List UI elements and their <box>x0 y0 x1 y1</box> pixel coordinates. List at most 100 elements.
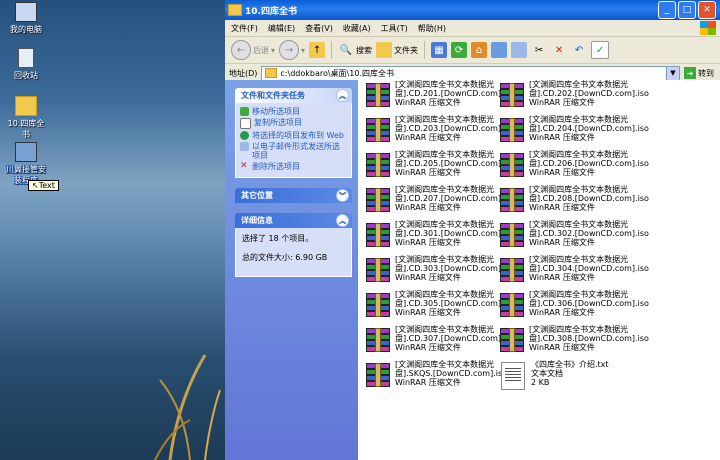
task-delete[interactable]: ✕ 删除所选项目 <box>240 162 347 172</box>
file-item[interactable]: 《四库全书》介绍.txt 文本文档 2 KB <box>498 360 628 394</box>
file-name: [文渊阁四库全书文本数据光 <box>395 80 495 89</box>
forward-button[interactable]: → ▾ <box>279 40 305 60</box>
folder-icon <box>15 96 37 116</box>
folders-label: 文件夹 <box>394 45 419 55</box>
back-button[interactable]: ← 后退 ▾ <box>231 40 275 60</box>
search-button[interactable]: 🔍 搜索 <box>338 42 372 58</box>
views-icon[interactable]: ▦ <box>431 42 448 58</box>
collapse-icon[interactable]: ︽ <box>336 89 349 102</box>
file-item[interactable]: [文渊阁四库全书文本数据光 盘].CD.208.[DownCD.com].iso W… <box>498 185 649 219</box>
toolbar: ← 后退 ▾ → ▾ ↑ 🔍 搜索 文件夹 ▦ ⟳ ⌂ ✂ ✕ ↶ ✓ <box>225 37 720 64</box>
file-name: [文渊阁四库全书文本数据光 <box>395 290 495 299</box>
task-move[interactable]: 移动所选项目 <box>240 107 347 116</box>
task-label: 删除所选项目 <box>252 162 300 171</box>
file-item[interactable]: [文渊阁四库全书文本数据光 盘].CD.304.[DownCD.com].iso W… <box>498 255 649 289</box>
file-item[interactable]: [文渊阁四库全书文本数据光 盘].CD.201.[DownCD.com].iso W… <box>364 80 515 114</box>
move-to-icon[interactable] <box>511 42 528 58</box>
folders-icon <box>376 42 393 58</box>
task-publish-web[interactable]: 将选择的项目发布到 Web <box>240 131 347 140</box>
forward-arrow-icon: → <box>279 40 300 60</box>
minimize-button[interactable]: _ <box>658 1 676 19</box>
file-item[interactable]: [文渊阁四库全书文本数据光 盘].CD.301.[DownCD.com].iso W… <box>364 220 515 254</box>
file-item[interactable]: [文渊阁四库全书文本数据光 盘].CD.305.[DownCD.com].iso W… <box>364 290 515 324</box>
copy-to-icon[interactable] <box>491 42 508 58</box>
desktop-icon-recycle-bin[interactable]: 回收站 <box>4 48 48 81</box>
file-name: 盘].CD.302.[DownCD.com].iso <box>529 229 649 238</box>
maximize-button[interactable]: □ <box>678 1 696 19</box>
file-name: [文渊阁四库全书文本数据光 <box>395 115 495 124</box>
file-item[interactable]: [文渊阁四库全书文本数据光 盘].CD.207.[DownCD.com].iso W… <box>364 185 515 219</box>
file-folder-tasks-header[interactable]: 文件和文件夹任务 ︽ <box>235 88 352 103</box>
menu-edit[interactable]: 编辑(E) <box>268 23 295 34</box>
expand-icon[interactable]: ︾ <box>336 189 349 202</box>
address-input[interactable]: c:\ddokbaro\桌面\10.四库全书 ▼ <box>261 65 680 81</box>
file-type: WinRAR 压缩文件 <box>395 238 461 247</box>
folder-icon <box>228 4 242 16</box>
file-item[interactable]: [文渊阁四库全书文本数据光 盘].CD.203.[DownCD.com].iso W… <box>364 115 515 149</box>
back-label: 后退 <box>253 45 269 55</box>
winrar-archive-icon <box>364 223 392 249</box>
delete-icon[interactable]: ✕ <box>551 42 567 58</box>
winrar-archive-icon <box>364 153 392 179</box>
file-type: WinRAR 压缩文件 <box>529 133 595 142</box>
menu-bar: 文件(F) 编辑(E) 查看(V) 收藏(A) 工具(T) 帮助(H) <box>225 20 720 37</box>
computer-icon <box>15 2 37 22</box>
desktop-icon-folder[interactable]: 10.四库全书 <box>4 96 48 140</box>
other-places-header[interactable]: 其它位置 ︾ <box>235 188 352 203</box>
task-label: 复制所选项目 <box>254 118 302 127</box>
file-item[interactable]: [文渊阁四库全书文本数据光 盘].CD.204.[DownCD.com].iso W… <box>498 115 649 149</box>
task-copy[interactable]: 复制所选项目 <box>240 118 347 129</box>
file-name: 《四库全书》介绍.txt <box>531 360 609 369</box>
text-document-icon <box>501 362 525 390</box>
close-button[interactable]: ✕ <box>698 1 716 19</box>
file-item[interactable]: [文渊阁四库全书文本数据光 盘].CD.307.[DownCD.com].iso W… <box>364 325 515 359</box>
details-selected: 选择了 18 个项目。 <box>242 234 314 243</box>
file-type: 文本文档 <box>531 369 563 378</box>
go-arrow-icon: ➜ <box>684 67 696 79</box>
file-item[interactable]: [文渊阁四库全书文本数据光 盘].CD.306.[DownCD.com].iso W… <box>498 290 649 324</box>
task-email[interactable]: 以电子邮件形式发送所选项目 <box>240 142 347 160</box>
task-label: 以电子邮件形式发送所选项目 <box>252 142 340 160</box>
address-label: 地址(D) <box>229 68 258 78</box>
undo-icon[interactable]: ↶ <box>571 42 587 58</box>
file-type: WinRAR 压缩文件 <box>395 273 461 282</box>
sync-icon[interactable]: ⟳ <box>451 42 468 58</box>
properties-icon[interactable]: ✓ <box>591 41 610 59</box>
winrar-archive-icon <box>498 118 526 144</box>
desktop-icon-my-computer[interactable]: 我的电脑 <box>4 2 48 35</box>
file-item[interactable]: [文渊阁四库全书文本数据光 盘].CD.308.[DownCD.com].iso W… <box>498 325 649 359</box>
menu-tools[interactable]: 工具(T) <box>381 23 408 34</box>
file-type: WinRAR 压缩文件 <box>529 343 595 352</box>
tooltip: ↖Text <box>28 180 59 191</box>
collapse-icon[interactable]: ︽ <box>336 214 349 227</box>
home-icon[interactable]: ⌂ <box>471 42 488 58</box>
file-item[interactable]: [文渊阁四库全书文本数据光 盘].CD.202.[DownCD.com].iso W… <box>498 80 649 114</box>
file-name: [文渊阁四库全书文本数据光 <box>529 115 629 124</box>
cut-icon[interactable]: ✂ <box>531 42 547 58</box>
up-folder-icon[interactable]: ↑ <box>309 42 326 58</box>
folder-icon <box>265 68 278 78</box>
file-item[interactable]: [文渊阁四库全书文本数据光 盘].CD.205.[DownCD.com].iso W… <box>364 150 515 184</box>
menu-favorites[interactable]: 收藏(A) <box>343 23 371 34</box>
winrar-archive-icon <box>498 293 526 319</box>
folders-button[interactable]: 文件夹 <box>376 42 418 58</box>
search-label: 搜索 <box>356 45 373 55</box>
desktop-icon-label: 我的电脑 <box>10 25 42 34</box>
go-button[interactable]: ➜ 转到 <box>684 67 714 79</box>
file-name: [文渊阁四库全书文本数据光 <box>529 290 629 299</box>
menu-file[interactable]: 文件(F) <box>231 23 258 34</box>
file-item[interactable]: [文渊阁四库全书文本数据光 盘].CD.206.[DownCD.com].iso W… <box>498 150 649 184</box>
file-name: 盘].CD.203.[DownCD.com].iso <box>395 124 515 133</box>
menu-help[interactable]: 帮助(H) <box>418 23 446 34</box>
details-header[interactable]: 详细信息 ︽ <box>235 213 352 228</box>
winrar-archive-icon <box>364 363 392 389</box>
file-item[interactable]: [文渊阁四库全书文本数据光 盘].CD.302.[DownCD.com].iso W… <box>498 220 649 254</box>
file-item[interactable]: [文渊阁四库全书文本数据光 盘].SKQS.[DownCD.com].iso Win… <box>364 360 507 394</box>
title-bar[interactable]: 10.四库全书 _ □ ✕ <box>225 0 720 20</box>
file-type: WinRAR 压缩文件 <box>529 238 595 247</box>
menu-view[interactable]: 查看(V) <box>305 23 333 34</box>
winrar-archive-icon <box>364 83 392 109</box>
chevron-down-icon[interactable]: ▼ <box>666 66 679 80</box>
file-item[interactable]: [文渊阁四库全书文本数据光 盘].CD.303.[DownCD.com].iso W… <box>364 255 515 289</box>
file-name: 盘].CD.204.[DownCD.com].iso <box>529 124 649 133</box>
